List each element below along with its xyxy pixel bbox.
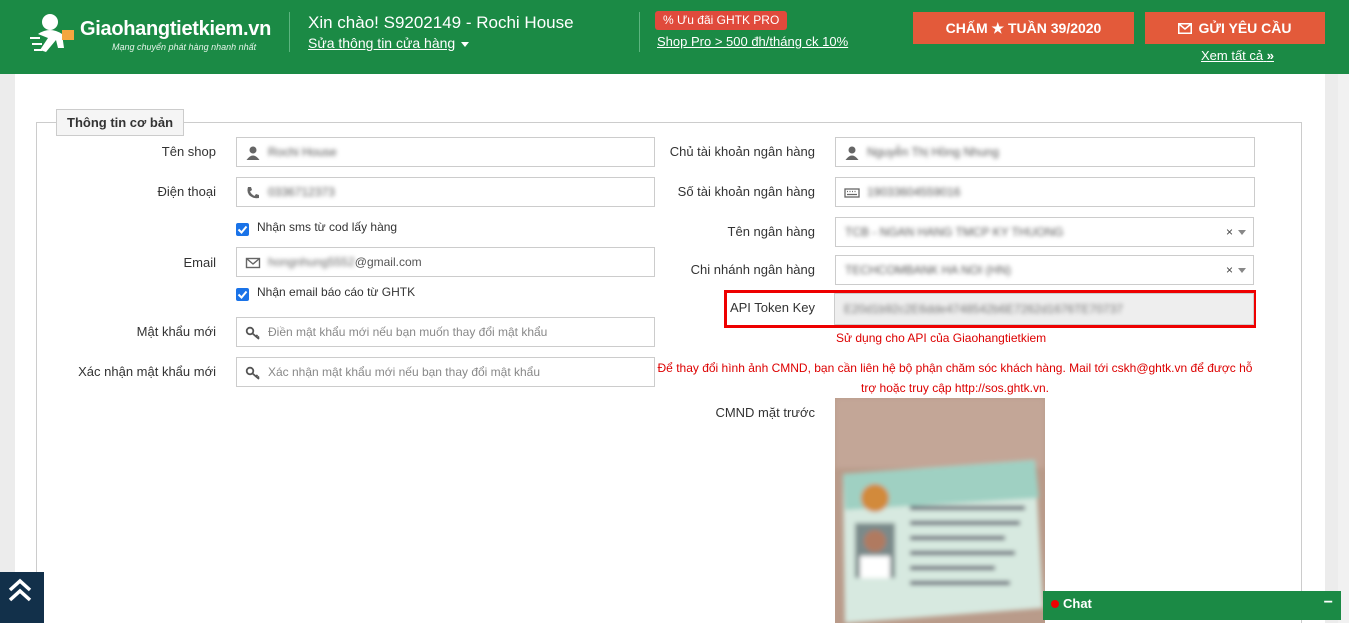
email-domain-part: @gmail.com xyxy=(354,255,422,269)
edit-shop-link[interactable]: Sửa thông tin cửa hàng xyxy=(308,35,470,51)
id-card-front-image xyxy=(835,398,1045,623)
bank-name-select[interactable]: TCB - NGAN HANG TMCP KY THUONG × xyxy=(835,217,1254,247)
email-report-checkbox-label: Nhận email báo cáo từ GHTK xyxy=(257,285,416,299)
week-button-prefix: CHẤM xyxy=(945,20,988,36)
pro-badge-label: Ưu đãi GHTK PRO xyxy=(677,13,780,27)
send-request-button[interactable]: GỬI YÊU CẦU xyxy=(1145,12,1325,44)
id-front-label: CMND mặt trước xyxy=(715,405,815,420)
email-label: Email xyxy=(183,255,216,270)
confirm-password-input[interactable]: Xác nhận mật khẩu mới nếu bạn thay đổi m… xyxy=(236,357,655,387)
email-value: hongnhung5552@gmail.com xyxy=(268,248,422,276)
key-icon xyxy=(245,366,260,380)
confirm-password-placeholder: Xác nhận mật khẩu mới nếu bạn thay đổi m… xyxy=(268,365,541,379)
api-token-label: API Token Key xyxy=(729,300,815,315)
envelope-icon xyxy=(245,257,261,269)
account-holder-label: Chủ tài khoản ngân hàng xyxy=(669,144,815,159)
week-button-suffix: TUẦN 39/2020 xyxy=(1007,20,1102,36)
email-report-checkbox[interactable] xyxy=(236,288,249,301)
branch-value: TECHCOMBANK HA NOI (HN) xyxy=(845,263,1012,277)
new-password-placeholder: Điền mật khẩu mới nếu bạn muốn thay đổi … xyxy=(268,325,548,339)
logo-text: Giaohangtietkiem.vn xyxy=(80,18,272,40)
new-password-input[interactable]: Điền mật khẩu mới nếu bạn muốn thay đổi … xyxy=(236,317,655,347)
clear-icon[interactable]: × xyxy=(1226,225,1233,239)
branch-label: Chi nhánh ngân hàng xyxy=(690,262,815,277)
chevron-down-icon xyxy=(1238,230,1246,235)
logo[interactable]: Giaohangtietkiem.vn Mạng chuyển phát hàn… xyxy=(30,12,272,58)
delivery-man-logo-icon xyxy=(30,14,74,52)
phone-field[interactable]: 0336712373 xyxy=(236,177,655,207)
header-divider xyxy=(289,12,290,52)
top-header: Giaohangtietkiem.vn Mạng chuyển phát hàn… xyxy=(0,0,1349,74)
branch-select[interactable]: TECHCOMBANK HA NOI (HN) × xyxy=(835,255,1254,285)
id-card-notice: Để thay đổi hình ảnh CMND, bạn cần liên … xyxy=(657,361,1253,395)
api-token-field[interactable]: E20d1b92c2E6dde4748542b6E7262d1676TE7073… xyxy=(834,293,1254,325)
account-number-field[interactable]: 19033604559016 xyxy=(835,177,1255,207)
id-card-photo xyxy=(835,398,1045,623)
api-token-note: Sử dụng cho API của Giaohangtietkiem xyxy=(836,331,1047,345)
minimize-icon[interactable]: − xyxy=(1324,594,1333,612)
user-icon xyxy=(845,146,859,160)
greeting-text: Xin chào! S9202149 - Rochi House xyxy=(308,13,574,32)
chevron-down-icon xyxy=(1238,268,1246,273)
request-button-label: GỬI YÊU CẦU xyxy=(1198,20,1292,36)
bank-name-value: TCB - NGAN HANG TMCP KY THUONG xyxy=(845,225,1064,239)
clear-icon[interactable]: × xyxy=(1226,263,1233,277)
see-all-link[interactable]: Xem tất cả » xyxy=(1201,48,1274,63)
shop-pro-link[interactable]: Shop Pro > 500 đh/tháng ck 10% xyxy=(657,34,848,49)
check-icon xyxy=(237,225,248,234)
edit-shop-label: Sửa thông tin cửa hàng xyxy=(308,35,456,51)
page-scrollbar[interactable] xyxy=(1338,74,1349,623)
email-field[interactable]: hongnhung5552@gmail.com xyxy=(236,247,655,277)
double-chevron-up-icon xyxy=(8,578,32,602)
caret-down-icon xyxy=(461,41,470,47)
shop-name-label: Tên shop xyxy=(161,144,216,159)
shop-name-value: Rochi House xyxy=(268,145,337,159)
user-icon xyxy=(246,146,260,160)
header-divider xyxy=(639,12,640,52)
see-all-label: Xem tất cả xyxy=(1201,48,1264,63)
double-chevron-right-icon: » xyxy=(1266,48,1274,63)
chat-status-dot xyxy=(1051,600,1059,608)
section-legend: Thông tin cơ bản xyxy=(56,109,185,136)
chat-widget[interactable]: Chat − xyxy=(1043,591,1341,620)
check-icon xyxy=(237,290,248,299)
account-holder-field[interactable]: Nguyễn Thị Hồng Nhung xyxy=(835,137,1255,167)
phone-label: Điện thoại xyxy=(157,184,216,199)
logo-slogan: Mạng chuyển phát hàng nhanh nhất xyxy=(112,42,257,52)
keyboard-icon xyxy=(844,188,860,198)
account-number-label: Số tài khoản ngân hàng xyxy=(677,184,815,199)
chat-label: Chat xyxy=(1063,596,1092,611)
envelope-icon xyxy=(1178,23,1193,34)
email-user-part: hongnhung5552 xyxy=(268,255,355,269)
account-holder-value: Nguyễn Thị Hồng Nhung xyxy=(867,145,999,159)
bank-name-label: Tên ngân hàng xyxy=(727,224,815,239)
key-icon xyxy=(245,326,260,340)
phone-icon xyxy=(247,187,259,199)
weekly-rating-button[interactable]: CHẤM ★ TUẦN 39/2020 xyxy=(913,12,1134,44)
back-to-top-button[interactable] xyxy=(0,572,44,623)
star-icon: ★ xyxy=(991,20,1005,36)
confirm-password-label: Xác nhận mật khẩu mới xyxy=(78,364,216,379)
account-number-value: 19033604559016 xyxy=(867,185,961,199)
shop-name-field[interactable]: Rochi House xyxy=(236,137,655,167)
sms-checkbox-label: Nhận sms từ cod lấy hàng xyxy=(257,220,398,234)
pro-badge: % Ưu đãi GHTK PRO xyxy=(655,11,788,30)
sms-checkbox[interactable] xyxy=(236,223,249,236)
phone-value: 0336712373 xyxy=(268,185,335,199)
api-token-value: E20d1b92c2E6dde4748542b6E7262d1676TE7073… xyxy=(844,302,1123,316)
new-password-label: Mật khẩu mới xyxy=(136,324,216,339)
percent-icon: % xyxy=(663,13,674,27)
